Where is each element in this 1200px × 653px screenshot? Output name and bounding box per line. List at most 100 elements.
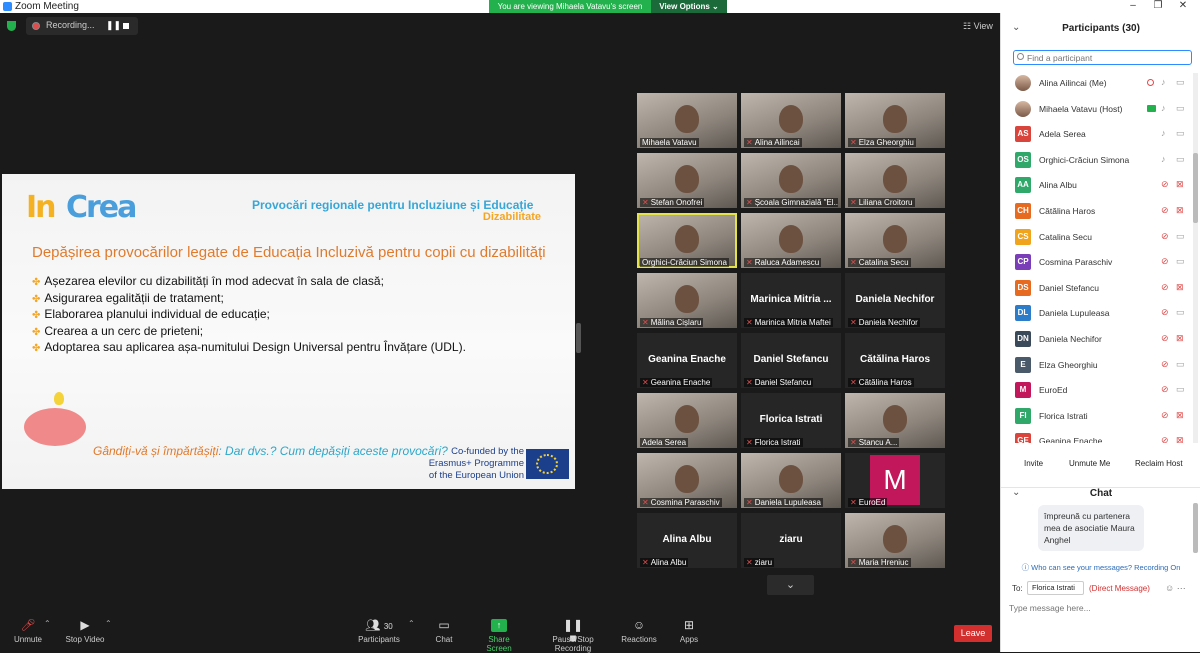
participant-row[interactable]: AA Alina Albu ⊘ ⊠ — [1001, 174, 1191, 199]
participants-options-caret[interactable]: ⌃ — [408, 619, 415, 628]
participant-row[interactable]: Mihaela Vatavu (Host) ♪ ▭ — [1001, 98, 1191, 123]
pause-stop-recording-button[interactable]: ❚❚ ■ Pause/Stop Recording — [534, 619, 612, 653]
participant-tile[interactable]: Orghici-Crăciun Simona — [637, 213, 737, 268]
participant-row[interactable]: CP Cosmina Paraschiv ⊘ ▭ — [1001, 251, 1191, 276]
mic-muted-icon[interactable]: ⊘ — [1161, 231, 1169, 242]
mic-muted-icon[interactable]: ⊘ — [1161, 359, 1169, 370]
participant-tile[interactable]: Florica Istrati ✕ Florica Istrati — [741, 393, 841, 448]
video-options-caret[interactable]: ⌃ — [105, 619, 112, 628]
shield-icon[interactable] — [7, 21, 16, 31]
participant-tile[interactable]: ✕ Mălina Cișlaru — [637, 273, 737, 328]
close-button[interactable]: ✕ — [1170, 0, 1196, 11]
participant-row[interactable]: GE Geanina Enache ⊘ ⊠ — [1001, 430, 1191, 443]
camera-off-icon[interactable]: ⊠ — [1176, 205, 1184, 216]
mic-icon[interactable]: ♪ — [1161, 77, 1166, 87]
participant-tile[interactable]: ziaru ✕ ziaru — [741, 513, 841, 568]
participant-row[interactable]: OS Orghici-Crăciun Simona ♪ ▭ — [1001, 149, 1191, 174]
camera-icon[interactable]: ▭ — [1176, 103, 1185, 114]
mic-muted-icon[interactable]: ⊘ — [1161, 435, 1169, 443]
participant-row[interactable]: E Elza Gheorghiu ⊘ ▭ — [1001, 354, 1191, 379]
participant-tile[interactable]: ✕ Catalina Secu — [845, 213, 945, 268]
message-privacy-link[interactable]: ⓘ Who can see your messages? Recording O… — [1001, 562, 1200, 573]
mic-muted-icon[interactable]: ⊘ — [1161, 205, 1169, 216]
reclaim-host-button[interactable]: Reclaim Host — [1129, 456, 1189, 471]
camera-off-icon[interactable]: ⊠ — [1176, 282, 1184, 293]
participant-row[interactable]: DL Daniela Lupuleasa ⊘ ▭ — [1001, 302, 1191, 327]
chat-message-input[interactable] — [1009, 600, 1193, 616]
emoji-icon[interactable]: ☺ — [1165, 583, 1174, 593]
participant-tile[interactable]: ✕ Liliana Croitoru — [845, 153, 945, 208]
participants-button[interactable]: 👥︎ 30 Participants ⌃ — [356, 619, 415, 645]
participant-row[interactable]: Alina Ailincai (Me) ♪ ▭ — [1001, 72, 1191, 97]
mic-muted-icon[interactable]: ⊘ — [1161, 179, 1169, 190]
participant-tile[interactable]: ✕ Stancu A... — [845, 393, 945, 448]
stop-recording-icon[interactable] — [123, 23, 129, 29]
camera-icon[interactable]: ▭ — [1176, 154, 1185, 165]
view-options-button[interactable]: View Options ⌄ — [651, 0, 727, 13]
audio-options-caret[interactable]: ⌃ — [44, 619, 51, 628]
share-screen-button[interactable]: ↑ Share Screen — [476, 619, 522, 653]
participant-tile[interactable]: Geanina Enache ✕ Geanina Enache — [637, 333, 737, 388]
view-button[interactable]: ☷ View — [963, 21, 993, 32]
mic-muted-icon[interactable]: ⊘ — [1161, 384, 1169, 395]
mic-icon[interactable]: ♪ — [1161, 103, 1166, 113]
leave-button[interactable]: Leave — [954, 625, 992, 642]
camera-icon[interactable]: ▭ — [1176, 359, 1185, 370]
participant-tile[interactable]: ✕ Stefan Onofrei — [637, 153, 737, 208]
participant-row[interactable]: FI Florica Istrati ⊘ ⊠ — [1001, 405, 1191, 430]
camera-icon[interactable]: ▭ — [1176, 77, 1185, 88]
camera-icon[interactable]: ▭ — [1176, 384, 1185, 395]
participant-tile[interactable]: M ✕ EuroEd — [845, 453, 945, 508]
reactions-button[interactable]: ☺ Reactions — [620, 619, 658, 645]
invite-button[interactable]: Invite — [1018, 456, 1050, 471]
camera-icon[interactable]: ▭ — [1176, 231, 1185, 242]
unmute-button[interactable]: 🎤︎ Unmute ⌃ — [10, 619, 51, 645]
participant-tile[interactable]: Daniel Stefancu ✕ Daniel Stefancu — [741, 333, 841, 388]
participant-row[interactable]: DN Daniela Nechifor ⊘ ⊠ — [1001, 328, 1191, 353]
splitter-handle[interactable] — [576, 323, 581, 353]
participant-tile[interactable]: ✕ Alina Ailincai — [741, 93, 841, 148]
participant-row[interactable]: DS Daniel Stefancu ⊘ ⊠ — [1001, 277, 1191, 302]
participant-tile[interactable]: ✕ Elza Gheorghiu — [845, 93, 945, 148]
chat-scrollbar[interactable] — [1193, 503, 1198, 553]
participant-tile[interactable]: Alina Albu ✕ Alina Albu — [637, 513, 737, 568]
more-options-icon[interactable]: ⋯ — [1177, 583, 1186, 593]
participant-tile[interactable]: ✕ Școala Gimnazială "El... — [741, 153, 841, 208]
participant-tile[interactable]: Cătălina Haros ✕ Cătălina Haros — [845, 333, 945, 388]
participant-row[interactable]: AS Adela Serea ♪ ▭ — [1001, 123, 1191, 148]
camera-icon[interactable]: ▭ — [1176, 307, 1185, 318]
participant-search-input[interactable] — [1013, 50, 1192, 65]
minimize-button[interactable]: – — [1120, 0, 1146, 11]
participant-row[interactable]: CS Catalina Secu ⊘ ▭ — [1001, 226, 1191, 251]
participant-tile[interactable]: Mihaela Vatavu — [637, 93, 737, 148]
pause-recording-icon[interactable]: ❚❚ — [106, 20, 121, 31]
participant-tile[interactable]: Adela Serea — [637, 393, 737, 448]
participant-tile[interactable]: ✕ Cosmina Paraschiv — [637, 453, 737, 508]
participant-row[interactable]: CH Cătălina Haros ⊘ ⊠ — [1001, 200, 1191, 225]
camera-icon[interactable]: ▭ — [1176, 256, 1185, 267]
camera-off-icon[interactable]: ⊠ — [1176, 410, 1184, 421]
mic-icon[interactable]: ♪ — [1161, 154, 1166, 164]
mic-muted-icon[interactable]: ⊘ — [1161, 410, 1169, 421]
unmute-me-button[interactable]: Unmute Me — [1063, 456, 1117, 471]
mic-muted-icon[interactable]: ⊘ — [1161, 256, 1169, 267]
camera-off-icon[interactable]: ⊠ — [1176, 179, 1184, 190]
apps-button[interactable]: ⊞ Apps — [676, 619, 702, 645]
participant-row[interactable]: M EuroEd ⊘ ▭ — [1001, 379, 1191, 404]
participant-tile[interactable]: ✕ Maria Hreniuc — [845, 513, 945, 568]
camera-off-icon[interactable]: ⊠ — [1176, 333, 1184, 344]
participant-tile[interactable]: Daniela Nechifor ✕ Daniela Nechifor — [845, 273, 945, 328]
chat-button[interactable]: ▭ Chat — [430, 619, 458, 645]
participant-tile[interactable]: ✕ Daniela Lupuleasa — [741, 453, 841, 508]
stop-video-button[interactable]: ▶︎ Stop Video ⌃ — [64, 619, 112, 645]
mic-muted-icon[interactable]: ⊘ — [1161, 307, 1169, 318]
mic-muted-icon[interactable]: ⊘ — [1161, 282, 1169, 293]
gallery-next-page-button[interactable]: ⌄ — [767, 575, 814, 595]
participant-tile[interactable]: ✕ Raluca Adamescu — [741, 213, 841, 268]
maximize-button[interactable]: ❐ — [1145, 0, 1171, 11]
recipient-select[interactable]: Florica Istrati ⌄ — [1027, 581, 1084, 604]
camera-icon[interactable]: ▭ — [1176, 128, 1185, 139]
participant-list-scrollbar[interactable] — [1193, 73, 1198, 443]
participant-tile[interactable]: Marinica Mitria ... ✕ Marinica Mitria Maft… — [741, 273, 841, 328]
camera-off-icon[interactable]: ⊠ — [1176, 435, 1184, 443]
